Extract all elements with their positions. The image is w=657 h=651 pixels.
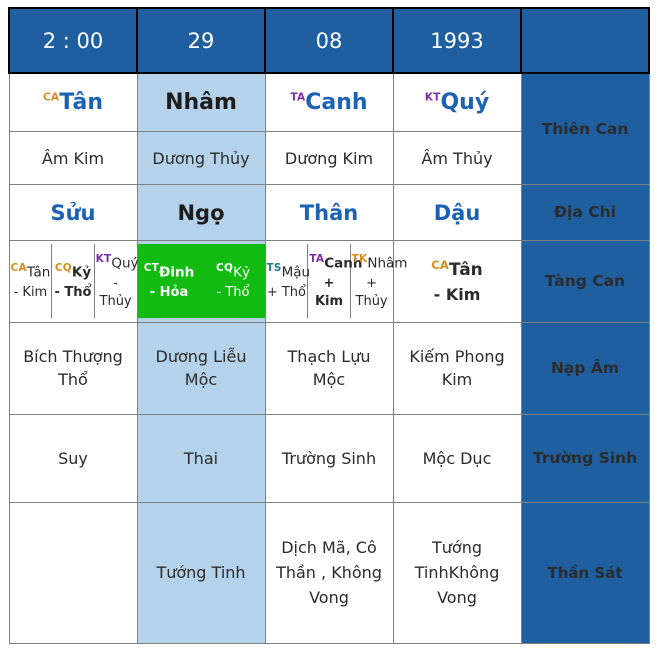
thien-can-element-month: Dương Kim [264,131,394,186]
than-sat-day: Tướng Tinh [136,502,266,644]
truong-sinh-row: Suy Thai Trường Sinh Mộc Dục Trường Sinh [8,414,650,504]
than-sat-month: Dịch Mã, Cô Thần , Không Vong [264,502,394,644]
tang-can-item: TACanh + Kim [307,244,362,319]
tang-can-sup: CQ [216,262,234,275]
row-label-nap-am: Nạp Âm [520,321,650,416]
tang-can-name: Đinh [159,264,195,281]
stem-name-day: Nhâm [165,90,237,116]
tang-can-element: + Thủy [355,276,388,309]
nap-am-year: Kiếm Phong Kim [392,321,522,416]
header-hour: 2 : 00 [8,6,138,75]
tang-can-row: CATân - Kim CQKỷ - Thổ KTQuý - Thủy CTĐinh -… [8,240,650,323]
tang-can-month: TSMậu + Thổ TACanh + Kim TKNhâm + Thủy [264,240,407,323]
tang-can-sub-month: TSMậu + Thổ TACanh + Kim TKNhâm + Thủy [265,244,407,319]
tang-can-item: CQKỷ - Thổ [51,244,95,319]
tang-can-element: - Thổ [54,284,92,300]
thien-can-row: CATân Nhâm TACanh KTQuý Thiên Can [8,72,650,186]
row-label-truong-sinh: Trường Sinh [520,414,650,504]
tang-can-element: + Thổ [266,284,306,300]
tang-can-sup: KT [95,253,112,266]
thien-can-year: KTQuý [392,72,522,133]
thien-can-hour: CATân [8,72,138,133]
stem-name-month: Canh [305,90,368,116]
thien-can-element-hour: Âm Kim [8,131,138,186]
nap-am-day: Dương Liễu Mộc [136,321,266,416]
header-year: 1993 [392,6,522,75]
tang-can-name: Quý [111,255,139,272]
stem-name-hour: Tân [59,90,103,116]
nap-am-month: Thạch Lựu Mộc [264,321,394,416]
than-sat-year: Tướng TinhKhông Vong [392,502,522,644]
stem-sup-month: TA [290,91,306,104]
nap-am-hour: Bích Thượng Thổ [8,321,138,416]
header-corner-blank [520,6,650,75]
stem-name-year: Quý [440,90,490,116]
header-day: 29 [136,6,266,75]
tang-can-element: - Thổ [216,284,250,300]
thien-can-element-year: Âm Thủy [392,131,522,186]
tang-can-item: CATân - Kim [9,244,53,319]
truong-sinh-month: Trường Sinh [264,414,394,504]
tang-can-element: - Hỏa [149,284,189,300]
tang-can-name: Kỷ [71,264,92,281]
tang-can-sup: CA [431,258,449,273]
stem-sup-year: KT [424,91,441,104]
tang-can-name: Tân [26,264,51,281]
dia-chi-hour: Sửu [8,184,138,241]
tang-can-sup: CT [143,262,160,275]
tang-can-name: Mậu [281,264,311,281]
tang-can-item-active: CTĐinh - Hỏa [137,244,202,319]
tang-can-sup: TS [266,262,282,275]
thien-can-month: TACanh [264,72,394,133]
dia-chi-month: Thân [264,184,394,241]
tang-can-sub-hour: CATân - Kim CQKỷ - Thổ KTQuý - Thủy [9,244,139,319]
tang-can-element: - Kim [433,285,481,305]
tang-can-item: KTQuý - Thủy [93,244,139,319]
tang-can-element: - Thủy [99,276,132,309]
than-sat-hour [8,502,138,644]
tang-can-sup: CQ [54,262,72,275]
tang-can-sub-day: CTĐinh - Hỏa CQKỷ - Thổ [137,244,265,319]
row-label-thien-can: Thiên Can [520,72,650,186]
truong-sinh-day: Thai [136,414,266,504]
bazi-chart: 2 : 00 29 08 1993 CATân Nhâm TACanh KTQu… [0,0,657,651]
thien-can-element-day: Dương Thủy [136,131,266,186]
tang-can-sup: TK [351,253,368,266]
tang-can-item-active: CQKỷ - Thổ [200,244,265,319]
tang-can-element: - Kim [13,284,48,300]
tang-can-item: TKNhâm + Thủy [349,244,407,319]
tang-can-day: CTĐinh - Hỏa CQKỷ - Thổ [136,240,266,323]
dia-chi-day: Ngọ [136,184,266,241]
tang-can-item: TSMậu + Thổ [265,244,311,319]
tang-can-name: Tân [448,260,483,281]
tang-can-sup: CA [10,262,27,275]
row-label-dia-chi: Địa Chi [520,184,650,241]
nap-am-row: Bích Thượng Thổ Dương Liễu Mộc Thạch Lựu… [8,321,650,416]
row-label-than-sat: Thần Sát [520,502,650,644]
truong-sinh-hour: Suy [8,414,138,504]
stem-sup-hour: CA [43,91,60,104]
header-month: 08 [264,6,394,75]
header-row: 2 : 00 29 08 1993 [8,6,650,75]
tang-can-name: Kỷ [233,264,250,281]
dia-chi-row: Sửu Ngọ Thân Dậu Địa Chi [8,184,650,241]
row-label-tang-can: Tàng Can [520,240,650,323]
dia-chi-year: Dậu [392,184,522,241]
tang-can-element: + Kim [314,276,344,309]
tang-can-hour: CATân - Kim CQKỷ - Thổ KTQuý - Thủy [8,240,139,323]
than-sat-row: Tướng Tinh Dịch Mã, Cô Thần , Không Vong… [8,502,650,644]
thien-can-day: Nhâm [136,72,266,133]
truong-sinh-year: Mộc Dục [392,414,522,504]
tang-can-name: Nhâm [367,255,408,272]
bazi-table: 2 : 00 29 08 1993 CATân Nhâm TACanh KTQu… [8,6,650,644]
tang-can-sup: TA [309,253,325,266]
tang-can-year: CATân - Kim [392,240,522,323]
